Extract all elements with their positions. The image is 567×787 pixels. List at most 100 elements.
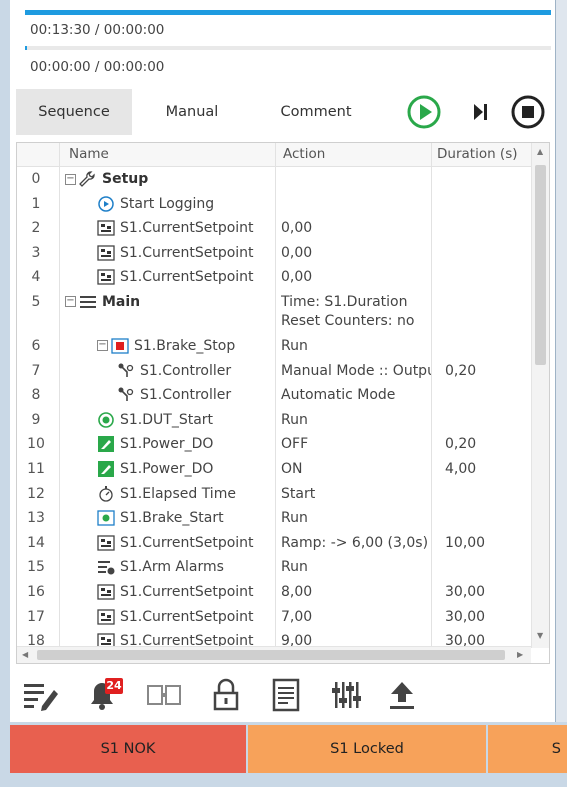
row-duration: 10,00 bbox=[445, 534, 486, 551]
edit-icon bbox=[24, 684, 58, 711]
row-action-line1: Time: S1.Duration bbox=[281, 293, 408, 310]
pencil-square-icon bbox=[97, 460, 115, 477]
table-row[interactable]: 2 S1.CurrentSetpoint 0,00 bbox=[17, 216, 531, 241]
collapse-toggle-icon[interactable]: − bbox=[65, 173, 76, 185]
scroll-left-arrow-icon[interactable]: ◀ bbox=[22, 650, 28, 659]
tab-bar: Sequence Manual Comment bbox=[16, 89, 550, 137]
table-row[interactable]: 14 S1.CurrentSetpoint Ramp: -> 6,00 (3,0s)… bbox=[17, 531, 531, 556]
table-row[interactable]: 15 S1.Arm Alarms Run bbox=[17, 555, 531, 580]
brake-stop-icon bbox=[111, 338, 129, 354]
row-action-line1: Start bbox=[281, 485, 316, 502]
row-name-cell: S1.CurrentSetpoint bbox=[97, 220, 254, 236]
table-row[interactable]: 1 Start Logging bbox=[17, 192, 531, 217]
status-s1-nok[interactable]: S1 NOK bbox=[10, 725, 246, 773]
step-forward-icon bbox=[474, 104, 487, 120]
status-s1-locked[interactable]: S1 Locked bbox=[248, 725, 486, 773]
table-row[interactable]: 7 S1.Controller Manual Mode :: Output 0,20 bbox=[17, 359, 531, 384]
lock-button[interactable] bbox=[206, 676, 246, 714]
row-number: 2 bbox=[31, 220, 41, 237]
sliders-icon bbox=[332, 682, 361, 708]
table-row[interactable]: 13 S1.Brake_Start Run bbox=[17, 506, 531, 531]
row-action-line1: Run bbox=[281, 337, 308, 354]
vertical-scroll-thumb[interactable] bbox=[535, 165, 546, 365]
compare-icon bbox=[147, 685, 181, 705]
row-action: Run bbox=[281, 559, 431, 575]
settings-sliders-button[interactable] bbox=[326, 676, 366, 714]
table-row[interactable]: 12 S1.Elapsed Time Start bbox=[17, 482, 531, 507]
column-header-name[interactable]: Name bbox=[69, 146, 109, 162]
table-row[interactable]: 6 − S1.Brake_Stop Run bbox=[17, 334, 531, 359]
tab-comment[interactable]: Comment bbox=[256, 89, 376, 135]
list-icon bbox=[79, 294, 97, 310]
row-number: 10 bbox=[27, 436, 45, 453]
lock-icon bbox=[213, 678, 239, 711]
row-duration: 0,20 bbox=[445, 362, 477, 379]
row-name: S1.Elapsed Time bbox=[120, 485, 236, 502]
play-button[interactable] bbox=[406, 94, 442, 130]
document-icon bbox=[272, 678, 300, 712]
row-name-cell: − Setup bbox=[65, 171, 148, 187]
row-name: S1.Power_DO bbox=[120, 460, 214, 477]
table-row[interactable]: 17 S1.CurrentSetpoint 7,00 30,00 bbox=[17, 605, 531, 630]
step-forward-button[interactable] bbox=[462, 94, 498, 130]
table-row[interactable]: 0 − Setup bbox=[17, 167, 531, 192]
sequence-progress-bar bbox=[25, 10, 551, 15]
stop-button[interactable] bbox=[510, 94, 546, 130]
horizontal-scrollbar[interactable]: ◀ ▶ bbox=[17, 646, 531, 663]
table-row[interactable]: 3 S1.CurrentSetpoint 0,00 bbox=[17, 241, 531, 266]
sequence-panel: 00:13:30 / 00:00:00 00:00:00 / 00:00:00 … bbox=[10, 0, 556, 722]
status-s-truncated[interactable]: S bbox=[488, 725, 567, 773]
upload-button[interactable] bbox=[382, 676, 422, 714]
edit-button[interactable] bbox=[20, 676, 60, 714]
row-number: 4 bbox=[31, 269, 41, 286]
row-action-line1: 0,00 bbox=[281, 220, 313, 237]
row-name: S1.Controller bbox=[140, 387, 232, 404]
table-row[interactable]: 11 S1.Power_DO ON 4,00 bbox=[17, 457, 531, 482]
row-number: 15 bbox=[27, 559, 45, 576]
alarm-count-badge: 24 bbox=[105, 678, 123, 694]
vertical-scrollbar[interactable]: ▲ ▼ bbox=[531, 143, 549, 648]
scroll-up-arrow-icon[interactable]: ▲ bbox=[537, 147, 543, 156]
collapse-toggle-icon[interactable]: − bbox=[65, 296, 76, 308]
column-header-action[interactable]: Action bbox=[283, 146, 325, 162]
tab-sequence[interactable]: Sequence bbox=[16, 89, 132, 135]
table-row[interactable]: 5 − Main Time: S1.Duration Reset Counters: n… bbox=[17, 290, 531, 334]
play-circle-icon bbox=[407, 95, 441, 129]
row-name-cell: S1.CurrentSetpoint bbox=[97, 535, 254, 551]
row-name: S1.CurrentSetpoint bbox=[120, 220, 254, 237]
row-name: S1.Brake_Start bbox=[120, 510, 224, 527]
row-number: 13 bbox=[27, 510, 45, 527]
row-number: 5 bbox=[31, 293, 41, 310]
compare-button[interactable] bbox=[144, 676, 184, 714]
setpoint-icon bbox=[97, 535, 115, 551]
row-name-cell: − S1.Brake_Stop bbox=[97, 338, 235, 354]
tab-manual[interactable]: Manual bbox=[138, 89, 246, 135]
scroll-down-arrow-icon[interactable]: ▼ bbox=[537, 631, 543, 640]
table-body: 0 − Setup 1 Start Logging 2 S1.CurrentSetpoint… bbox=[17, 167, 531, 654]
row-action: 0,00 bbox=[281, 245, 431, 261]
collapse-toggle-icon[interactable]: − bbox=[97, 340, 108, 352]
row-name: S1.Brake_Stop bbox=[134, 337, 236, 354]
row-action: 0,00 bbox=[281, 269, 431, 285]
row-name-cell: S1.Brake_Start bbox=[97, 510, 224, 526]
horizontal-scroll-thumb[interactable] bbox=[37, 650, 505, 660]
table-row[interactable]: 8 S1.Controller Automatic Mode bbox=[17, 383, 531, 408]
alarms-button[interactable]: 24 bbox=[82, 676, 123, 714]
table-row[interactable]: 4 S1.CurrentSetpoint 0,00 bbox=[17, 265, 531, 290]
column-header-duration[interactable]: Duration (s) bbox=[437, 146, 518, 162]
row-duration: 30,00 bbox=[445, 608, 486, 625]
row-action: Manual Mode :: Output bbox=[281, 363, 431, 379]
step-progress-bar bbox=[25, 46, 551, 50]
row-name: S1.CurrentSetpoint bbox=[120, 608, 254, 625]
table-row[interactable]: 16 S1.CurrentSetpoint 8,00 30,00 bbox=[17, 580, 531, 605]
row-number: 12 bbox=[27, 485, 45, 502]
row-number: 14 bbox=[27, 534, 45, 551]
setpoint-icon bbox=[97, 608, 115, 625]
stopwatch-icon bbox=[97, 485, 115, 502]
table-row[interactable]: 9 S1.DUT_Start Run bbox=[17, 408, 531, 433]
document-button[interactable] bbox=[266, 676, 306, 714]
row-number: 7 bbox=[31, 362, 41, 379]
scroll-right-arrow-icon[interactable]: ▶ bbox=[517, 650, 523, 659]
row-name-cell: S1.Elapsed Time bbox=[97, 485, 236, 502]
table-row[interactable]: 10 S1.Power_DO OFF 0,20 bbox=[17, 432, 531, 457]
